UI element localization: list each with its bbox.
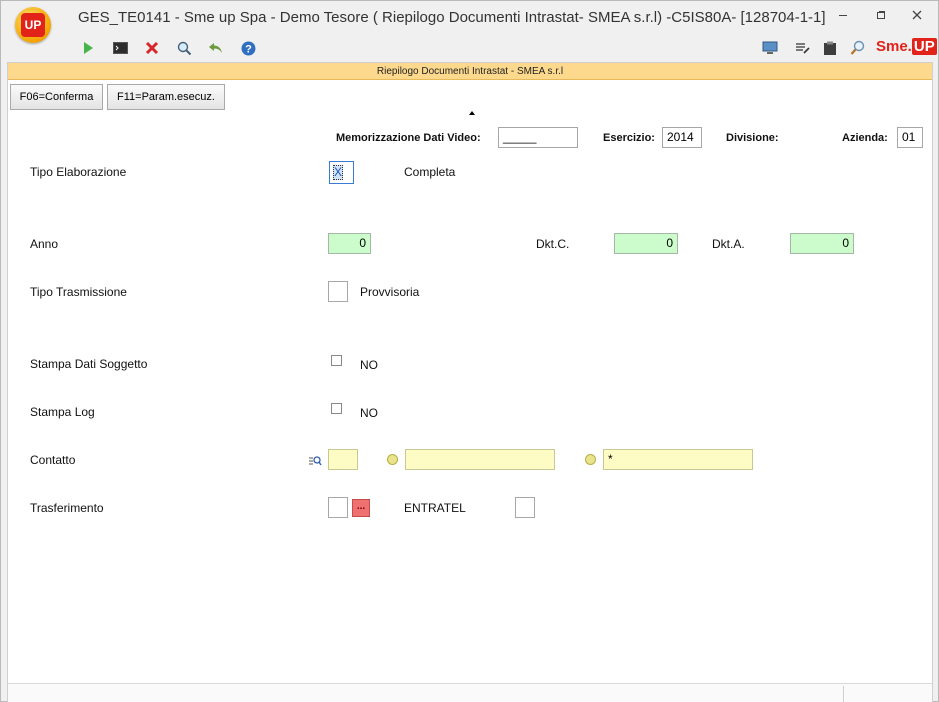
svg-text:?: ?	[245, 43, 252, 55]
tipo-elaborazione-mark: X	[333, 165, 343, 180]
trasferimento-browse-button[interactable]: ...	[352, 499, 370, 517]
window-title: GES_TE0141 - Sme up Spa - Demo Tesore ( …	[78, 9, 826, 26]
cancel-icon[interactable]	[143, 39, 161, 57]
lookup-icon[interactable]	[308, 455, 322, 466]
contatto-field-3[interactable]: *	[603, 449, 753, 470]
stampa-dati-soggetto-value: NO	[360, 358, 378, 372]
entratel-field[interactable]	[515, 497, 535, 518]
stampa-log-label: Stampa Log	[30, 405, 95, 419]
azienda-label: Azienda:	[842, 132, 888, 144]
undo-icon[interactable]	[207, 39, 225, 57]
stampa-log-value: NO	[360, 406, 378, 420]
entratel-label: ENTRATEL	[404, 501, 466, 515]
restore-icon[interactable]	[871, 6, 891, 26]
esercizio-label: Esercizio:	[603, 132, 655, 144]
smeup-logo-part1: Sme.	[876, 38, 912, 55]
divisione-label: Divisione:	[726, 132, 779, 144]
app-window: UP GES_TE0141 - Sme up Spa - Demo Tesore…	[0, 0, 939, 702]
zoom-icon[interactable]	[849, 39, 867, 57]
search-icon[interactable]	[175, 39, 193, 57]
tipo-elaborazione-label: Tipo Elaborazione	[30, 165, 127, 179]
memorizzazione-label: Memorizzazione Dati Video:	[336, 132, 481, 144]
contatto-radio-1-icon[interactable]	[387, 454, 398, 465]
smeup-logo-part2: UP	[911, 38, 937, 55]
list-edit-icon[interactable]	[793, 39, 811, 57]
terminal-icon[interactable]	[111, 39, 129, 57]
stampa-dati-soggetto-label: Stampa Dati Soggetto	[30, 357, 148, 371]
anno-label: Anno	[30, 237, 59, 251]
status-bar	[8, 683, 932, 702]
contatto-radio-2-icon[interactable]	[585, 454, 596, 465]
help-icon[interactable]: ?	[239, 39, 257, 57]
toolbar: ? Sme. UP	[1, 35, 938, 61]
stampa-dati-soggetto-checkbox[interactable]	[331, 355, 342, 366]
trasferimento-field[interactable]	[328, 497, 348, 518]
collapse-arrow-icon[interactable]	[469, 111, 475, 115]
contatto-label: Contatto	[30, 453, 76, 467]
status-bar-separator	[843, 686, 844, 702]
dkta-field[interactable]: 0	[790, 233, 854, 254]
tipo-trasmissione-field[interactable]	[328, 281, 348, 302]
smeup-logo: Sme. UP	[876, 38, 937, 58]
tipo-trasmissione-label: Tipo Trasmissione	[30, 285, 127, 299]
dktc-field[interactable]: 0	[614, 233, 678, 254]
param-esecuz-button[interactable]: F11=Param.esecuz.	[107, 84, 225, 110]
contatto-field-1[interactable]	[328, 449, 358, 470]
tipo-trasmissione-desc: Provvisoria	[360, 285, 420, 299]
confirm-button[interactable]: F06=Conferma	[10, 84, 103, 110]
title-bar: UP GES_TE0141 - Sme up Spa - Demo Tesore…	[1, 1, 938, 43]
memorizzazione-field[interactable]: _____	[498, 127, 578, 148]
monitor-icon[interactable]	[761, 39, 779, 57]
trasferimento-label: Trasferimento	[30, 501, 104, 515]
stampa-log-checkbox[interactable]	[331, 403, 342, 414]
tipo-elaborazione-field[interactable]: X	[329, 161, 354, 184]
esercizio-field[interactable]: 2014	[662, 127, 702, 148]
dkta-label: Dkt.A.	[712, 237, 745, 251]
main-panel: Riepilogo Documenti Intrastat - SMEA s.r…	[7, 62, 933, 702]
close-icon[interactable]	[907, 6, 927, 26]
minimize-icon[interactable]	[833, 6, 853, 26]
page-title: Riepilogo Documenti Intrastat - SMEA s.r…	[8, 63, 932, 80]
azienda-field[interactable]: 01	[897, 127, 923, 148]
clipboard-icon[interactable]	[821, 39, 839, 57]
tipo-elaborazione-desc: Completa	[404, 165, 456, 179]
app-logo-text: UP	[21, 13, 45, 37]
dktc-label: Dkt.C.	[536, 237, 570, 251]
anno-field[interactable]: 0	[328, 233, 371, 254]
contatto-field-2[interactable]	[405, 449, 555, 470]
play-icon[interactable]	[79, 39, 97, 57]
